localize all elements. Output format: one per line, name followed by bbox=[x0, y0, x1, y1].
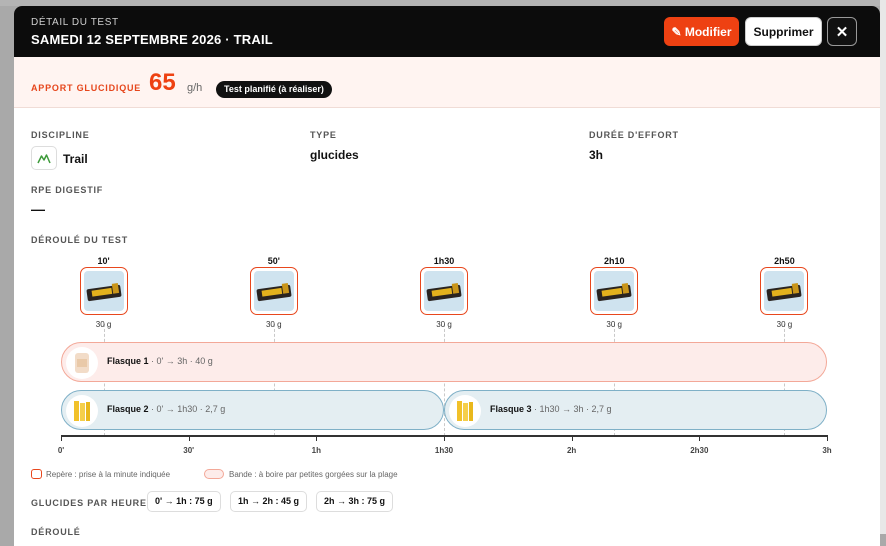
gel-product-image bbox=[83, 271, 124, 311]
axis-tick-label: 2h30 bbox=[690, 446, 709, 455]
axis-tick-label: 2h bbox=[566, 446, 577, 455]
flask-detail: · 1h30 → 3h · 2,7 g bbox=[531, 404, 612, 414]
gel-time-label: 2h10 bbox=[603, 256, 625, 266]
flask-band[interactable]: Flasque 3 · 1h30 → 3h · 2,7 g bbox=[444, 390, 827, 430]
axis-tick bbox=[571, 435, 573, 441]
axis-tick-label: 3h bbox=[822, 446, 832, 455]
per-hour-label: GLUCIDES PAR HEURE bbox=[31, 498, 147, 508]
flask-icon bbox=[66, 347, 98, 379]
flask-icon bbox=[449, 395, 481, 427]
test-detail-modal: DÉTAIL DU TEST SAMEDI 12 SEPTEMBRE 2026 … bbox=[14, 6, 880, 546]
per-hour-chip: 2h → 3h : 75 g bbox=[316, 491, 394, 512]
gel-time-label: 50' bbox=[267, 256, 280, 266]
axis-tick bbox=[61, 435, 62, 441]
axis-tick bbox=[188, 435, 190, 441]
test-timeline: 10' 30 g 50' 30 g 1h30 30 g 2h10 30 g 2h50 30 g Fl… bbox=[14, 6, 880, 546]
gel-marker[interactable] bbox=[590, 267, 639, 315]
legend-band-text: Bande : à boire par petites gorgées sur … bbox=[229, 470, 398, 479]
gel-pack-icon bbox=[596, 282, 632, 302]
gel-marker[interactable] bbox=[249, 267, 298, 315]
flask-detail: · 0' → 3h · 40 g bbox=[148, 356, 213, 366]
scrollbar[interactable] bbox=[880, 0, 886, 534]
gel-marker[interactable] bbox=[420, 267, 468, 315]
gel-time-label: 2h50 bbox=[774, 256, 795, 266]
gel-product-image bbox=[424, 271, 464, 311]
gel-marker[interactable] bbox=[760, 267, 809, 315]
flask-band[interactable]: Flasque 2 · 0' → 1h30 · 2,7 g bbox=[61, 390, 444, 430]
flask-name: Flasque 3 bbox=[490, 404, 532, 414]
gel-pack-icon bbox=[86, 282, 121, 302]
legend-marker-swatch bbox=[31, 469, 42, 479]
gel-grams-label: 30 g bbox=[776, 320, 793, 329]
axis-tick bbox=[699, 435, 701, 441]
gel-product-image bbox=[764, 271, 805, 311]
axis-tick bbox=[827, 435, 828, 441]
gel-pack-icon bbox=[767, 282, 802, 302]
gel-time-label: 10' bbox=[97, 256, 110, 266]
gel-product-image bbox=[253, 271, 294, 311]
gel-grams-label: 30 g bbox=[436, 320, 452, 329]
flask-band-label: Flasque 3 · 1h30 → 3h · 2,7 g bbox=[490, 404, 612, 414]
flask-band[interactable]: Flasque 1 · 0' → 3h · 40 g bbox=[61, 342, 827, 382]
axis-tick-label: 30' bbox=[183, 446, 195, 455]
gel-product-image bbox=[594, 271, 635, 311]
axis-tick bbox=[444, 435, 445, 441]
gel-grams-label: 30 g bbox=[606, 320, 623, 329]
flask-band-label: Flasque 2 · 0' → 1h30 · 2,7 g bbox=[107, 404, 225, 414]
axis-tick bbox=[316, 435, 318, 441]
legend-marker-text: Repère : prise à la minute indiquée bbox=[46, 470, 171, 479]
gel-time-label: 1h30 bbox=[433, 256, 455, 266]
flask-name: Flasque 1 bbox=[107, 356, 149, 366]
gel-pack-icon bbox=[256, 282, 292, 302]
flask-name: Flasque 2 bbox=[107, 404, 149, 414]
gel-marker[interactable] bbox=[79, 267, 128, 315]
legend-band-swatch bbox=[204, 469, 224, 479]
gel-grams-label: 30 g bbox=[95, 320, 112, 329]
flask-band-label: Flasque 1 · 0' → 3h · 40 g bbox=[107, 356, 213, 366]
next-section-label: DÉROULÉ bbox=[31, 527, 81, 537]
flask-icon bbox=[66, 395, 98, 427]
per-hour-chip: 1h → 2h : 45 g bbox=[230, 491, 308, 512]
flask-detail: · 0' → 1h30 · 2,7 g bbox=[148, 404, 226, 414]
per-hour-chip: 0' → 1h : 75 g bbox=[147, 491, 221, 512]
gel-pack-icon bbox=[426, 282, 462, 302]
axis-tick-label: 0' bbox=[57, 446, 65, 455]
axis-tick-label: 1h30 bbox=[434, 446, 454, 455]
gel-grams-label: 30 g bbox=[265, 320, 282, 329]
axis-tick-label: 1h bbox=[311, 446, 321, 455]
